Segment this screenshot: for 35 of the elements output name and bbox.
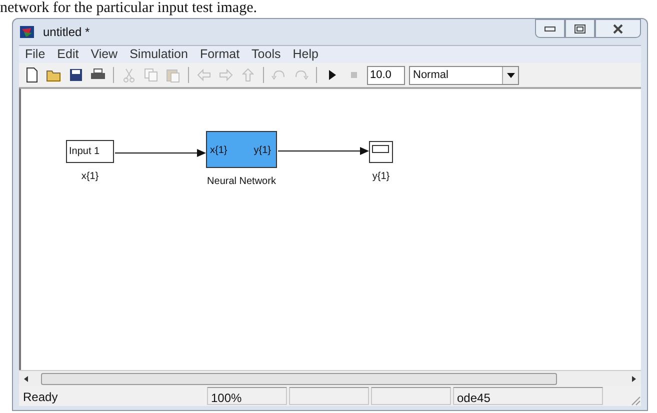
stop-time-field[interactable]: 10.0 [367, 66, 405, 84]
maximize-button[interactable] [565, 19, 595, 38]
menu-item[interactable]: File [19, 45, 52, 64]
model-canvas[interactable]: Input 1 x{1} x{1} y{1} Neural Network y{1} [19, 88, 641, 370]
mode-dropdown[interactable]: Normal [409, 66, 519, 84]
app-icon [19, 24, 35, 40]
minimize-icon [544, 26, 556, 32]
scrollbar-thumb[interactable] [41, 372, 557, 384]
network-block[interactable] [206, 131, 277, 168]
menu-item[interactable]: Help [286, 45, 324, 64]
status-text: Ready [22, 389, 59, 405]
restore-icon [574, 24, 586, 34]
close-button[interactable] [595, 19, 641, 38]
block-caption: x{1} [80, 170, 100, 184]
port-label: x{1} [210, 144, 228, 158]
block-caption: y{1} [371, 170, 391, 184]
menu-item[interactable]: Edit [51, 45, 85, 64]
block-caption: Neural Network [206, 175, 277, 189]
menu-item[interactable]: Tools [246, 45, 287, 64]
menu-item[interactable]: Simulation [124, 45, 194, 64]
port-label: y{1} [252, 144, 271, 158]
save-icon[interactable] [67, 66, 85, 84]
scope-block[interactable] [369, 141, 393, 163]
caption-text: network for the particular input test image. [0, 0, 258, 16]
menu-item[interactable]: Format [194, 45, 246, 64]
window-title: untitled * [43, 24, 90, 41]
close-icon [612, 24, 624, 34]
status-text: ode45 [453, 387, 603, 405]
status-text: 100% [207, 387, 287, 405]
scope-screen-icon [372, 145, 389, 153]
resize-grip-icon[interactable] [629, 394, 641, 406]
caret-icon [506, 72, 514, 78]
input-block[interactable]: Input 1 [66, 140, 114, 163]
menu-item[interactable]: View [84, 45, 124, 64]
minimize-button[interactable] [535, 19, 565, 38]
